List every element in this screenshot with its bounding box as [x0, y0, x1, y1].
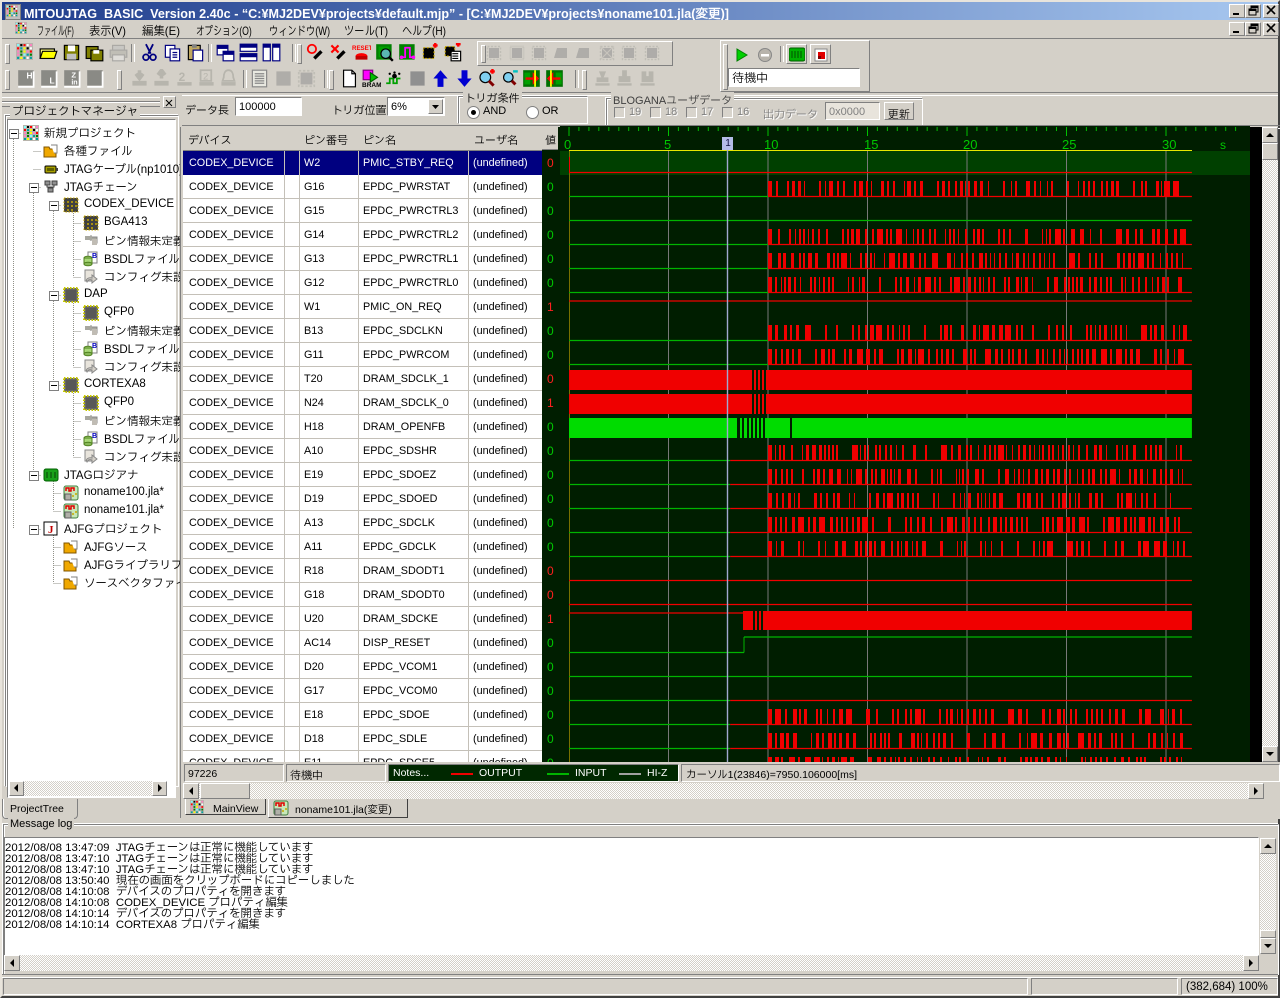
svg-text:B: B: [92, 433, 97, 440]
svg-text:5: 5: [664, 137, 671, 152]
svg-text:25: 25: [1062, 137, 1076, 152]
svg-text:B: B: [92, 343, 97, 350]
svg-text:30: 30: [1162, 137, 1176, 152]
svg-text:20: 20: [963, 137, 977, 152]
svg-text:15: 15: [864, 137, 878, 152]
svg-text:RESET: RESET: [352, 45, 371, 52]
svg-text:B: B: [92, 253, 97, 260]
svg-text:J: J: [48, 524, 54, 536]
svg-text:s: s: [1220, 138, 1226, 152]
svg-text:0: 0: [564, 137, 571, 152]
svg-text:BRAM: BRAM: [362, 82, 381, 88]
svg-text:2: 2: [203, 72, 208, 83]
svg-text:10: 10: [764, 137, 778, 152]
